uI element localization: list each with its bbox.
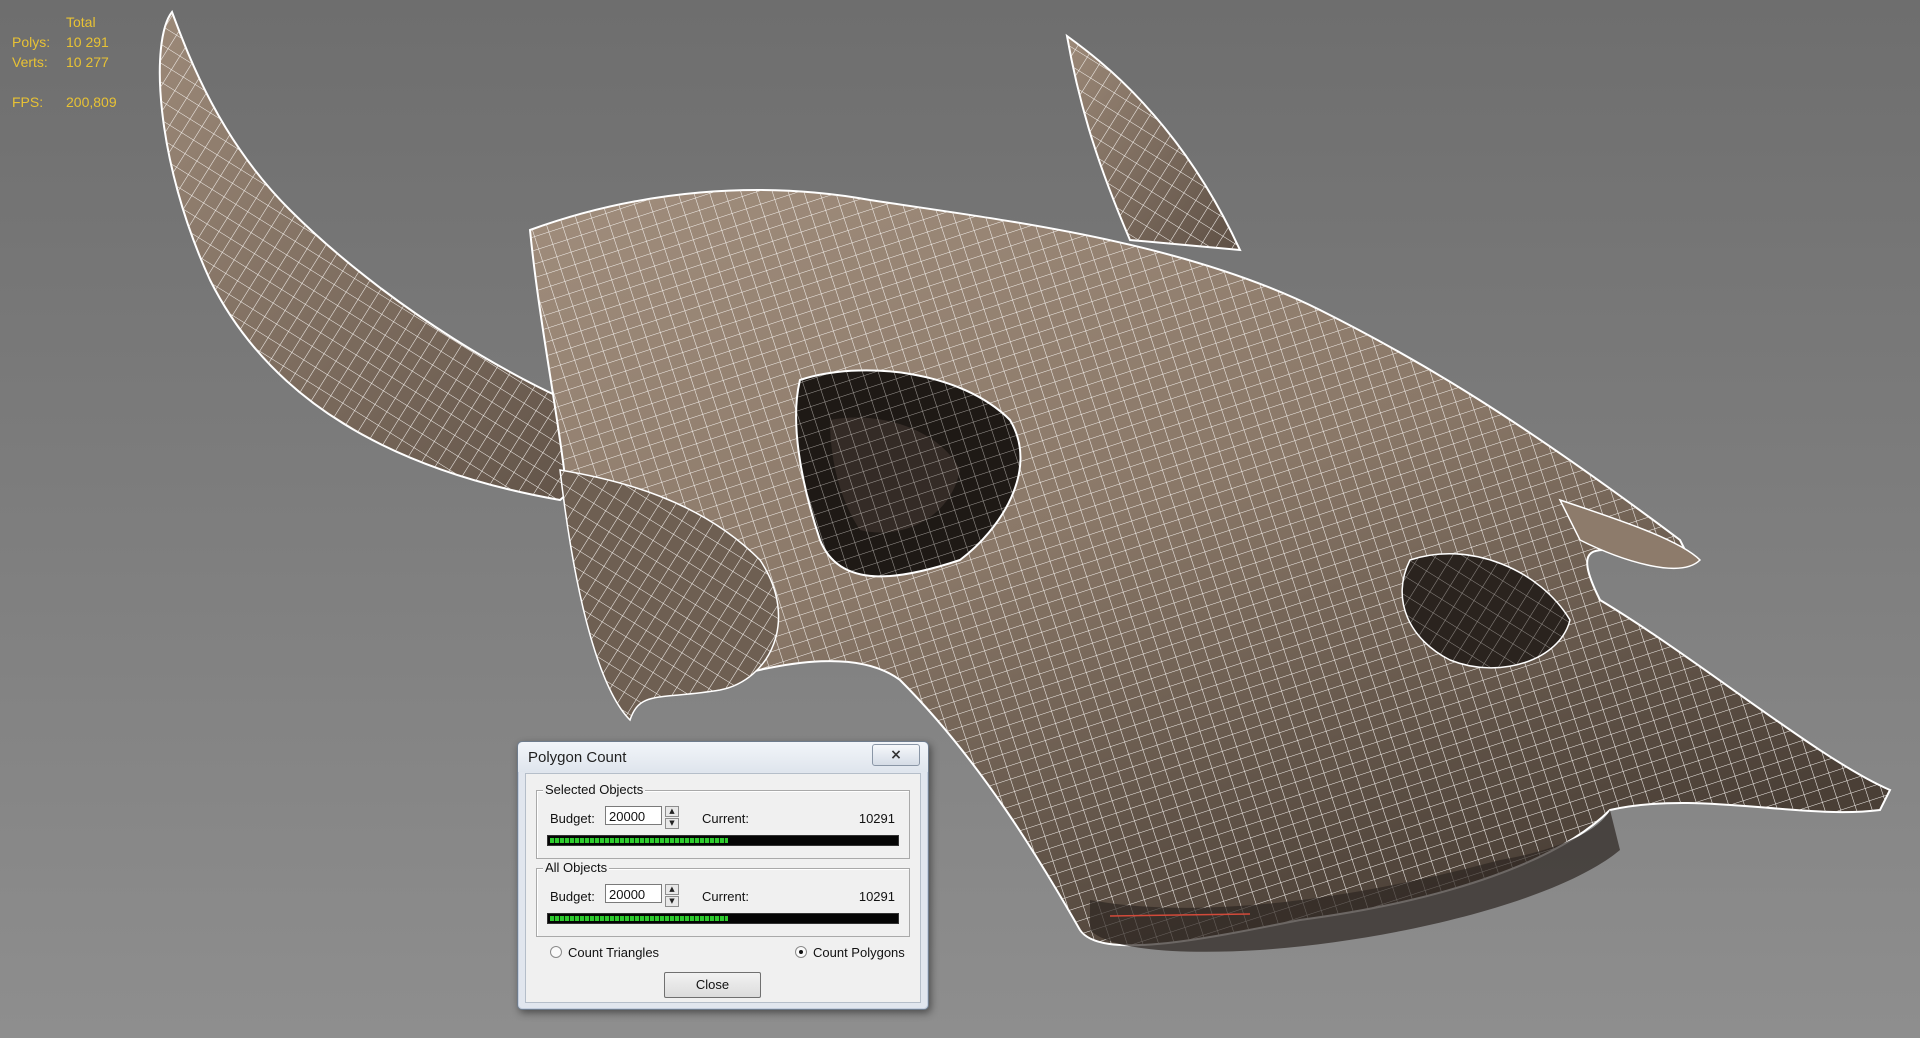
stats-header: Total <box>66 14 96 30</box>
viewport-statistics: Total Polys: 10 291 Verts: 10 277 FPS: 200,… <box>12 12 117 112</box>
verts-value: 10 277 <box>66 54 109 70</box>
all-budget-field[interactable]: 20000 <box>605 884 662 903</box>
selected-objects-legend: Selected Objects <box>543 782 646 797</box>
verts-label: Verts: <box>12 54 48 70</box>
all-current-value: 10291 <box>858 889 895 904</box>
all-budget-spinner: 20000 ▲ ▼ <box>605 884 679 907</box>
right-horn <box>1065 33 1242 252</box>
close-button[interactable]: Close <box>664 972 761 998</box>
count-polygons-label[interactable]: Count Polygons <box>813 945 905 960</box>
selected-budget-spinner: 20000 ▲ ▼ <box>605 806 679 829</box>
count-triangles-label[interactable]: Count Triangles <box>568 945 659 960</box>
selected-budget-label: Budget: <box>550 811 595 826</box>
spinner-up-icon[interactable]: ▲ <box>665 806 679 817</box>
close-icon[interactable]: × <box>872 744 920 766</box>
all-current-label: Current: <box>702 889 749 904</box>
all-progress-bar <box>547 913 899 924</box>
fps-value: 200,809 <box>66 94 117 110</box>
dialog-titlebar[interactable]: Polygon Count × <box>518 742 928 772</box>
selected-budget-arrows: ▲ ▼ <box>665 806 679 829</box>
polys-value: 10 291 <box>66 34 109 50</box>
all-progress-fill <box>550 916 728 921</box>
all-objects-legend: All Objects <box>543 860 610 875</box>
selected-progress-bar <box>547 835 899 846</box>
selected-progress-fill <box>550 838 728 843</box>
polygon-count-dialog: Polygon Count × Selected Objects Budget:… <box>517 741 929 1010</box>
spinner-down-icon[interactable]: ▼ <box>665 896 679 907</box>
all-objects-group: All Objects Budget: 20000 ▲ ▼ Current: 1… <box>536 860 910 937</box>
selected-objects-group: Selected Objects Budget: 20000 ▲ ▼ Curre… <box>536 782 910 859</box>
selected-current-label: Current: <box>702 811 749 826</box>
spinner-down-icon[interactable]: ▼ <box>665 818 679 829</box>
selected-budget-field[interactable]: 20000 <box>605 806 662 825</box>
all-budget-arrows: ▲ ▼ <box>665 884 679 907</box>
3d-viewport[interactable] <box>0 0 1920 1038</box>
fps-label: FPS: <box>12 94 44 110</box>
polys-label: Polys: <box>12 34 51 50</box>
count-triangles-radio[interactable] <box>550 946 562 958</box>
selected-current-value: 10291 <box>858 811 895 826</box>
spinner-up-icon[interactable]: ▲ <box>665 884 679 895</box>
dialog-title: Polygon Count <box>528 749 627 766</box>
all-budget-label: Budget: <box>550 889 595 904</box>
count-polygons-radio[interactable] <box>795 946 807 958</box>
dialog-client-area: Selected Objects Budget: 20000 ▲ ▼ Curre… <box>525 773 921 1003</box>
